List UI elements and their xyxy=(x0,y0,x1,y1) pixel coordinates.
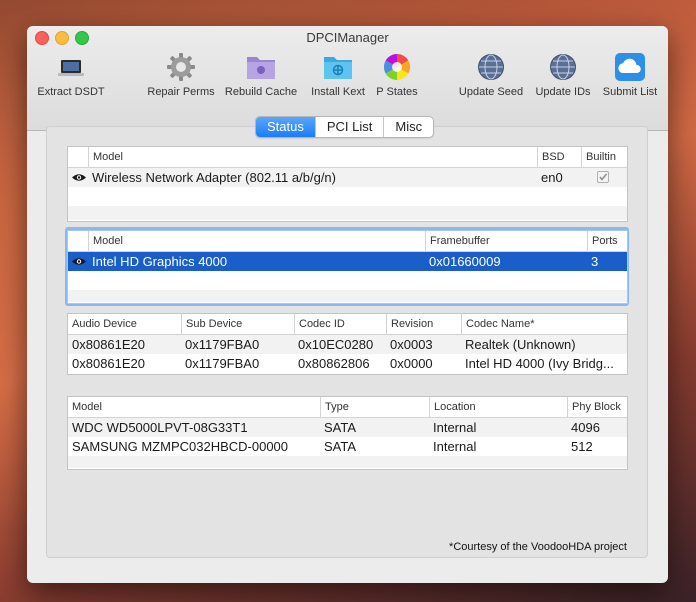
graphics-table[interactable]: Model Framebuffer Ports Intel HD Graphic… xyxy=(67,230,628,304)
tab-misc[interactable]: Misc xyxy=(383,117,433,137)
submit-list-button[interactable]: Submit List xyxy=(598,52,662,100)
codec-name-cell: Intel HD 4000 (Ivy Bridg... xyxy=(465,356,614,371)
audio-device-cell: 0x80861E20 xyxy=(72,337,146,352)
disk-location-cell: Internal xyxy=(433,420,477,435)
empty-row xyxy=(68,271,627,290)
column-header-revision[interactable]: Revision xyxy=(386,314,461,334)
sub-device-cell: 0x1179FBA0 xyxy=(185,337,260,352)
disk-model-cell: WDC WD5000LPVT-08G33T1 xyxy=(72,420,248,435)
laptop-icon xyxy=(58,60,84,76)
update-seed-button[interactable]: Update Seed xyxy=(455,52,527,100)
builtin-checkbox[interactable] xyxy=(597,171,609,183)
tab-pci-list[interactable]: PCI List xyxy=(314,117,384,137)
extract-dsdt-button[interactable]: Extract DSDT xyxy=(32,52,110,100)
p-states-button[interactable]: P States xyxy=(370,52,424,100)
disk-phy-block-cell: 512 xyxy=(571,439,593,454)
column-header-bsd[interactable]: BSD xyxy=(537,147,581,167)
gpu-ports-cell: 3 xyxy=(591,254,599,269)
empty-row xyxy=(68,456,627,468)
column-header-phy-block[interactable]: Phy Block xyxy=(567,397,627,417)
codec-id-cell: 0x80862806 xyxy=(298,356,370,371)
globe-icon xyxy=(478,54,504,80)
tab-status[interactable]: Status xyxy=(256,117,315,137)
disk-type-cell: SATA xyxy=(324,439,357,454)
column-header-ports[interactable]: Ports xyxy=(587,231,627,251)
footnote: *Courtesy of the VoodooHDA project xyxy=(449,541,627,553)
codec-name-cell: Realtek (Unknown) xyxy=(465,337,576,352)
empty-row xyxy=(68,206,627,220)
network-bsd-cell: en0 xyxy=(541,170,563,185)
column-header-model[interactable]: Model xyxy=(88,231,425,251)
codec-id-cell: 0x10EC0280 xyxy=(298,337,374,352)
eye-icon xyxy=(72,174,86,181)
column-header-framebuffer[interactable]: Framebuffer xyxy=(425,231,587,251)
color-wheel-icon xyxy=(383,53,411,81)
column-header-type[interactable]: Type xyxy=(320,397,429,417)
folder-icon xyxy=(324,57,352,79)
storage-table[interactable]: Model Type Location Phy Block WDC WD5000… xyxy=(67,396,628,470)
gpu-framebuffer-cell: 0x01660009 xyxy=(429,254,501,269)
globe-icon xyxy=(550,54,576,80)
table-header: Audio Device Sub Device Codec ID Revisio… xyxy=(68,314,627,335)
folder-icon xyxy=(247,57,275,79)
tab-bar: Status PCI List Misc xyxy=(255,116,435,138)
table-header: Model Framebuffer Ports xyxy=(68,231,627,252)
gpu-model-cell: Intel HD Graphics 4000 xyxy=(92,254,228,269)
checkmark-icon xyxy=(599,173,608,181)
table-row[interactable]: SAMSUNG MZMPC032HBCD-00000 SATA Internal… xyxy=(68,437,627,456)
table-header: Model BSD Builtin xyxy=(68,147,627,168)
disk-model-cell: SAMSUNG MZMPC032HBCD-00000 xyxy=(72,439,289,454)
disk-phy-block-cell: 4096 xyxy=(571,420,600,435)
column-header-builtin[interactable]: Builtin xyxy=(581,147,627,167)
audio-device-cell: 0x80861E20 xyxy=(72,356,146,371)
network-table[interactable]: Model BSD Builtin Wireless Network Adapt… xyxy=(67,146,628,222)
update-ids-button[interactable]: Update IDs xyxy=(530,52,596,100)
disk-location-cell: Internal xyxy=(433,439,477,454)
sub-device-cell: 0x1179FBA0 xyxy=(185,356,260,371)
eye-icon xyxy=(72,258,86,265)
table-row[interactable]: 0x80861E20 0x1179FBA0 0x10EC0280 0x0003 … xyxy=(68,335,627,354)
window-title: DPCIManager xyxy=(306,30,389,45)
table-row[interactable]: 0x80861E20 0x1179FBA0 0x80862806 0x0000 … xyxy=(68,354,627,373)
rebuild-cache-button[interactable]: Rebuild Cache xyxy=(221,52,301,100)
repair-perms-button[interactable]: Repair Perms xyxy=(143,52,219,100)
revision-cell: 0x0000 xyxy=(390,356,433,371)
disk-type-cell: SATA xyxy=(324,420,357,435)
empty-row xyxy=(68,187,627,206)
cloud-icon xyxy=(615,53,645,81)
audio-table[interactable]: Audio Device Sub Device Codec ID Revisio… xyxy=(67,313,628,375)
column-header-location[interactable]: Location xyxy=(429,397,567,417)
app-window: DPCIManager Extract DSDT Repair Perms Re… xyxy=(27,26,668,583)
column-header-model[interactable]: Model xyxy=(68,397,320,417)
column-header-audio-device[interactable]: Audio Device xyxy=(68,314,181,334)
network-model-cell: Wireless Network Adapter (802.11 a/b/g/n… xyxy=(92,170,336,185)
table-header: Model Type Location Phy Block xyxy=(68,397,627,418)
gear-icon xyxy=(167,53,195,81)
revision-cell: 0x0003 xyxy=(390,337,433,352)
column-header-codec-id[interactable]: Codec ID xyxy=(294,314,386,334)
install-kext-button[interactable]: Install Kext xyxy=(304,52,372,100)
table-row[interactable]: Wireless Network Adapter (802.11 a/b/g/n… xyxy=(68,168,627,187)
table-row[interactable]: WDC WD5000LPVT-08G33T1 SATA Internal 409… xyxy=(68,418,627,437)
column-header-model[interactable]: Model xyxy=(88,147,537,167)
column-header-sub-device[interactable]: Sub Device xyxy=(181,314,294,334)
table-row-selected[interactable]: Intel HD Graphics 4000 0x01660009 3 xyxy=(68,252,627,271)
empty-row xyxy=(68,290,627,302)
column-header-codec-name[interactable]: Codec Name* xyxy=(461,314,627,334)
